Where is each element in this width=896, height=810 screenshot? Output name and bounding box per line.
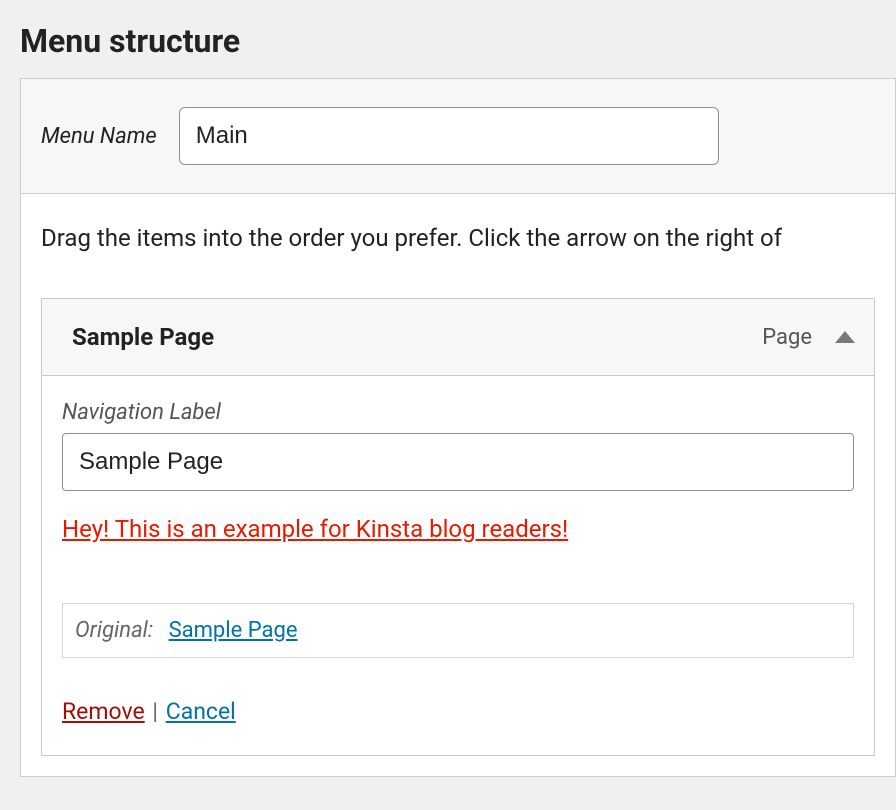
separator: | — [147, 698, 164, 725]
item-actions: Remove | Cancel — [62, 698, 854, 725]
custom-note-link[interactable]: Hey! This is an example for Kinsta blog … — [62, 515, 568, 543]
menu-item: Sample Page Page Navigation Label Hey! T… — [41, 298, 875, 756]
menu-item-header[interactable]: Sample Page Page — [42, 299, 874, 376]
menu-item-type-label: Page — [762, 325, 812, 350]
menu-item-body: Navigation Label Hey! This is an example… — [42, 376, 874, 755]
menu-item-title: Sample Page — [72, 323, 762, 351]
page-title: Menu structure — [0, 0, 896, 78]
original-box: Original: Sample Page — [62, 603, 854, 658]
cancel-link[interactable]: Cancel — [166, 698, 236, 725]
instructions-text: Drag the items into the order you prefer… — [21, 194, 895, 270]
original-label: Original: — [75, 618, 153, 643]
nav-label-input[interactable] — [62, 433, 854, 491]
menu-name-row: Menu Name — [21, 79, 895, 194]
caret-up-icon — [834, 330, 856, 344]
nav-label-field-label: Navigation Label — [62, 400, 854, 425]
menu-panel: Menu Name Drag the items into the order … — [20, 78, 896, 777]
remove-link[interactable]: Remove — [62, 698, 145, 725]
original-page-link[interactable]: Sample Page — [169, 618, 298, 643]
menu-name-label: Menu Name — [41, 124, 157, 149]
menu-name-input[interactable] — [179, 107, 719, 165]
